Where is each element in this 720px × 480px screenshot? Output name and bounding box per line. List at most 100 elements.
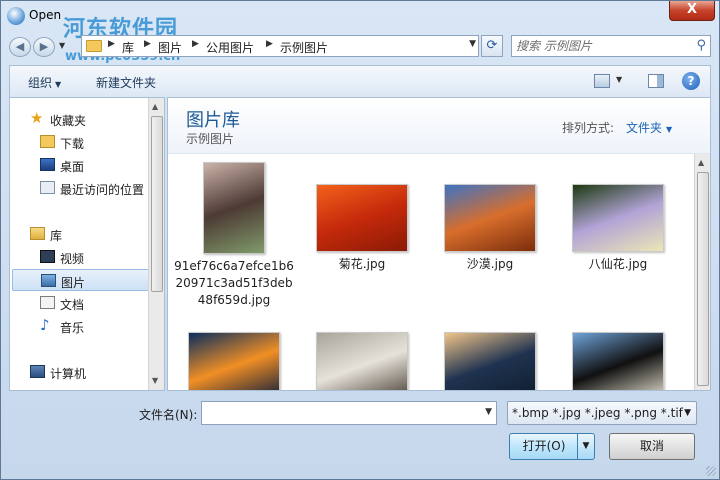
scroll-up-icon[interactable]: ▲ bbox=[152, 102, 158, 111]
scrollbar-thumb[interactable] bbox=[151, 116, 163, 292]
address-dropdown-icon[interactable]: ▼ bbox=[469, 39, 476, 49]
title-bar: Open 河东软件园 X bbox=[1, 1, 720, 42]
file-tile[interactable]: 八仙花.jpg bbox=[558, 184, 678, 273]
back-button[interactable]: ◀ bbox=[9, 37, 31, 57]
breadcrumb-public-pictures[interactable]: 公用图片 bbox=[206, 39, 254, 56]
resize-grip-icon[interactable] bbox=[706, 466, 716, 476]
file-list-pane: 图片库 示例图片 排列方式: 文件夹 ▼ 91ef76c6a7efce1b6209… bbox=[167, 97, 711, 391]
file-thumbnail bbox=[203, 162, 265, 254]
computer-icon bbox=[30, 365, 45, 378]
file-thumbnail bbox=[444, 332, 536, 390]
nav-libraries[interactable]: 库 bbox=[10, 223, 150, 245]
address-bar[interactable]: ▶ 库 ▶ 图片 ▶ 公用图片 ▶ 示例图片 ▼ bbox=[81, 35, 479, 57]
organize-label: 组织 bbox=[28, 76, 53, 90]
file-tile[interactable]: 菊花.jpg bbox=[302, 184, 422, 273]
breadcrumb-separator-icon[interactable]: ▶ bbox=[192, 39, 199, 49]
scroll-up-icon[interactable]: ▲ bbox=[698, 158, 704, 167]
file-thumbnail bbox=[316, 184, 408, 252]
view-mode-dropdown-icon[interactable]: ▼ bbox=[616, 75, 622, 84]
downloads-folder-icon bbox=[40, 135, 55, 148]
file-tile[interactable] bbox=[558, 332, 678, 390]
navigation-scrollbar[interactable]: ▲ ▼ bbox=[148, 98, 164, 390]
file-name: 菊花.jpg bbox=[338, 257, 386, 271]
file-list-scrollbar[interactable]: ▲ bbox=[694, 154, 710, 390]
search-box[interactable]: ⚲ bbox=[511, 35, 711, 57]
chevron-down-icon: ▼ bbox=[55, 80, 62, 89]
file-name: 91ef76c6a7efce1b620971c3ad51f3deb48f659d… bbox=[174, 259, 294, 307]
library-title: 图片库 bbox=[186, 110, 240, 131]
desktop-icon bbox=[40, 158, 55, 171]
file-thumbnail bbox=[444, 184, 536, 252]
recent-locations-dropdown[interactable]: ▼ bbox=[59, 41, 65, 50]
documents-icon bbox=[40, 296, 55, 309]
file-tile[interactable] bbox=[174, 332, 294, 390]
file-tile[interactable]: 91ef76c6a7efce1b620971c3ad51f3deb48f659d… bbox=[174, 162, 294, 309]
forward-button[interactable]: ▶ bbox=[33, 37, 55, 57]
file-type-filter[interactable]: *.bmp *.jpg *.jpeg *.png *.tif ▼ bbox=[507, 401, 697, 425]
command-bar: 组织 ▼ 新建文件夹 ▼ ? bbox=[9, 65, 711, 97]
organize-button[interactable]: 组织 ▼ bbox=[28, 74, 61, 91]
videos-icon bbox=[40, 250, 55, 263]
nav-item-pictures[interactable]: 图片 bbox=[12, 269, 150, 291]
file-name: 沙漠.jpg bbox=[466, 257, 514, 271]
nav-item-desktop[interactable]: 桌面 bbox=[10, 154, 150, 176]
filename-dropdown-icon[interactable]: ▼ bbox=[485, 407, 492, 417]
arrange-by-dropdown[interactable]: 文件夹 ▼ bbox=[626, 119, 672, 136]
nav-computer[interactable]: 计算机 bbox=[10, 361, 150, 383]
filename-input[interactable] bbox=[206, 405, 468, 421]
thumbnail-grid: 91ef76c6a7efce1b620971c3ad51f3deb48f659d… bbox=[168, 154, 694, 390]
file-thumbnail bbox=[572, 184, 664, 252]
nav-item-documents[interactable]: 文档 bbox=[10, 292, 150, 314]
scroll-down-icon[interactable]: ▼ bbox=[152, 376, 158, 385]
breadcrumb-separator-icon[interactable]: ▶ bbox=[266, 39, 273, 49]
file-name: 八仙花.jpg bbox=[588, 257, 648, 271]
file-thumbnail bbox=[572, 332, 664, 390]
nav-item-label: 视频 bbox=[60, 252, 85, 266]
cancel-button[interactable]: 取消 bbox=[609, 433, 695, 460]
window-title: Open bbox=[29, 8, 62, 22]
search-icon[interactable]: ⚲ bbox=[696, 38, 706, 53]
open-options-dropdown[interactable]: ▼ bbox=[577, 433, 595, 460]
app-icon bbox=[7, 7, 25, 25]
file-thumbnail bbox=[188, 332, 280, 390]
breadcrumb-libraries[interactable]: 库 bbox=[122, 39, 134, 56]
arrange-by-value: 文件夹 bbox=[626, 121, 663, 135]
nav-favorites-label: 收藏夹 bbox=[50, 114, 87, 128]
new-folder-button[interactable]: 新建文件夹 bbox=[96, 74, 156, 91]
file-thumbnail bbox=[316, 332, 408, 390]
libraries-icon bbox=[30, 227, 45, 240]
nav-computer-label: 计算机 bbox=[50, 367, 87, 381]
nav-item-recent-places[interactable]: 最近访问的位置 bbox=[10, 177, 150, 199]
file-tile[interactable]: 沙漠.jpg bbox=[430, 184, 550, 273]
nav-item-videos[interactable]: 视频 bbox=[10, 246, 150, 268]
breadcrumb-pictures[interactable]: 图片 bbox=[158, 39, 182, 56]
nav-favorites[interactable]: ★ 收藏夹 bbox=[10, 108, 150, 130]
breadcrumb-separator-icon[interactable]: ▶ bbox=[108, 39, 115, 49]
filename-combobox[interactable]: ▼ bbox=[201, 401, 497, 425]
filename-label: 文件名(N): bbox=[139, 408, 198, 422]
library-subtitle: 示例图片 bbox=[186, 132, 235, 146]
help-icon[interactable]: ? bbox=[682, 72, 700, 90]
view-mode-icon[interactable] bbox=[594, 74, 610, 88]
nav-libraries-label: 库 bbox=[50, 229, 63, 243]
breadcrumb-sample-pictures[interactable]: 示例图片 bbox=[280, 39, 328, 56]
refresh-button[interactable]: ⟳ bbox=[481, 35, 503, 57]
file-tile[interactable] bbox=[430, 332, 550, 390]
scrollbar-thumb[interactable] bbox=[697, 172, 709, 386]
nav-item-music[interactable]: ♪ 音乐 bbox=[10, 315, 150, 337]
nav-item-label: 最近访问的位置 bbox=[60, 183, 145, 197]
nav-item-label: 图片 bbox=[61, 276, 86, 290]
preview-pane-icon[interactable] bbox=[648, 74, 664, 88]
search-input[interactable] bbox=[516, 38, 686, 54]
nav-item-label: 下载 bbox=[60, 137, 85, 151]
navigation-pane: ★ 收藏夹 下载 桌面 最近访问的位置 库 视频 图片 文档 ♪ 音乐 计算机 … bbox=[9, 97, 165, 391]
breadcrumb-separator-icon[interactable]: ▶ bbox=[144, 39, 151, 49]
nav-item-label: 文档 bbox=[60, 298, 85, 312]
close-button[interactable]: X bbox=[669, 1, 715, 21]
arrange-by-label: 排列方式: bbox=[562, 121, 615, 135]
nav-item-downloads[interactable]: 下载 bbox=[10, 131, 150, 153]
open-button[interactable]: 打开(O) bbox=[509, 433, 579, 460]
chevron-down-icon: ▼ bbox=[666, 125, 673, 134]
file-type-value: *.bmp *.jpg *.jpeg *.png *.tif bbox=[512, 406, 683, 420]
file-tile[interactable] bbox=[302, 332, 422, 390]
